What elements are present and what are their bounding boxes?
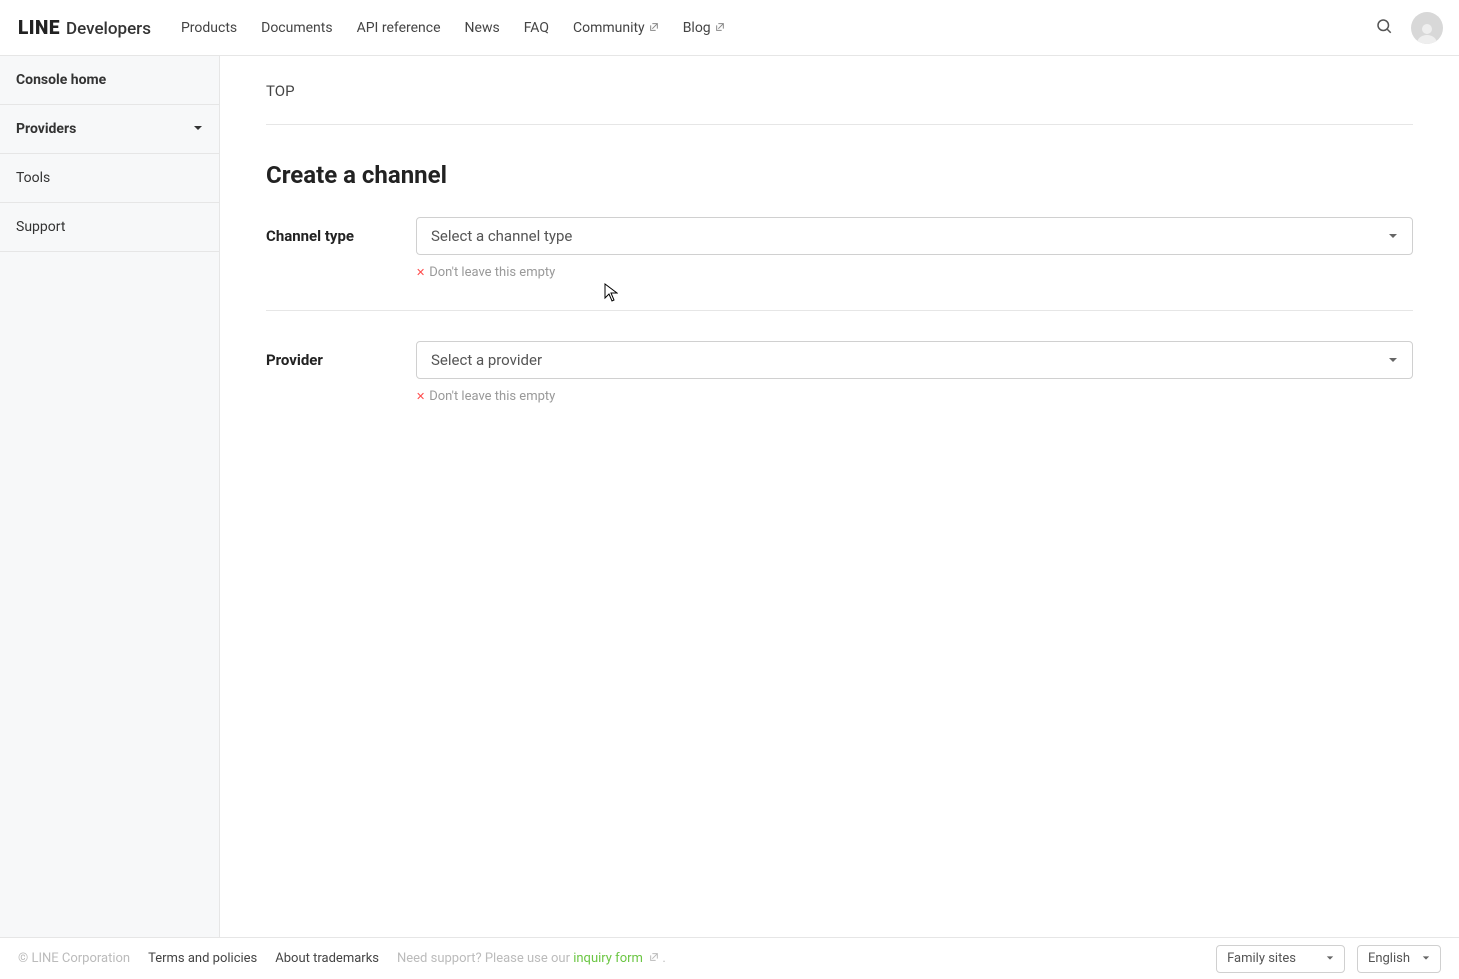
sidebar-providers[interactable]: Providers — [0, 105, 219, 154]
sidebar-support-label: Support — [16, 219, 65, 235]
search-icon[interactable] — [1375, 17, 1393, 39]
channel-type-validation: ✕ Don't leave this empty — [416, 265, 1413, 280]
footer-inquiry-link[interactable]: inquiry form — [573, 951, 662, 966]
footer-support-prefix: Need support? Please use our — [397, 951, 573, 966]
form-row-channel-type: Channel type Select a channel type ✕ Don… — [266, 217, 1413, 311]
breadcrumb-top: TOP — [266, 82, 295, 100]
sidebar-tools[interactable]: Tools — [0, 154, 219, 203]
provider-placeholder: Select a provider — [431, 351, 542, 369]
channel-type-placeholder: Select a channel type — [431, 227, 572, 245]
footer-copyright: © LINE Corporation — [18, 951, 130, 966]
logo-line: LINE — [18, 16, 60, 39]
breadcrumb[interactable]: TOP — [266, 56, 1413, 125]
footer-trademarks[interactable]: About trademarks — [275, 951, 379, 966]
error-x-icon: ✕ — [416, 266, 425, 279]
nav-blog-label: Blog — [683, 20, 711, 36]
main-content: TOP Create a channel Channel type Select… — [220, 56, 1459, 937]
provider-validation: ✕ Don't leave this empty — [416, 389, 1413, 404]
sidebar-tools-label: Tools — [16, 170, 50, 186]
provider-select[interactable]: Select a provider — [416, 341, 1413, 379]
chevron-down-icon — [1388, 227, 1398, 245]
nav-api-reference[interactable]: API reference — [357, 20, 441, 36]
logo[interactable]: LINE Developers — [18, 16, 151, 39]
footer-language-select[interactable]: English — [1357, 945, 1441, 973]
sidebar: Console home Providers Tools Support — [0, 56, 220, 937]
error-x-icon: ✕ — [416, 390, 425, 403]
nav-documents[interactable]: Documents — [261, 20, 332, 36]
form-row-provider: Provider Select a provider ✕ Don't leave… — [266, 341, 1413, 434]
external-link-icon — [649, 20, 659, 36]
page-title: Create a channel — [266, 161, 1413, 189]
nav-community-label: Community — [573, 20, 645, 36]
footer-family-sites-select[interactable]: Family sites — [1216, 945, 1345, 973]
top-nav: Products Documents API reference News FA… — [181, 20, 1375, 36]
sidebar-support[interactable]: Support — [0, 203, 219, 252]
nav-faq[interactable]: FAQ — [524, 20, 549, 36]
top-header: LINE Developers Products Documents API r… — [0, 0, 1459, 56]
external-link-icon — [649, 951, 662, 966]
provider-label: Provider — [266, 341, 416, 404]
footer: © LINE Corporation Terms and policies Ab… — [0, 937, 1459, 979]
nav-community[interactable]: Community — [573, 20, 659, 36]
logo-developers: Developers — [66, 19, 151, 39]
nav-news[interactable]: News — [465, 20, 500, 36]
nav-products[interactable]: Products — [181, 20, 237, 36]
footer-support: Need support? Please use our inquiry for… — [397, 951, 666, 966]
chevron-down-icon — [1388, 351, 1398, 369]
chevron-down-icon — [1326, 951, 1334, 966]
footer-language-label: English — [1368, 951, 1410, 966]
caret-down-icon — [193, 121, 203, 137]
header-right — [1375, 12, 1443, 44]
avatar[interactable] — [1411, 12, 1443, 44]
provider-validation-text: Don't leave this empty — [429, 389, 555, 404]
footer-family-sites-label: Family sites — [1227, 951, 1296, 966]
sidebar-console-home-label: Console home — [16, 72, 106, 88]
chevron-down-icon — [1422, 951, 1430, 966]
footer-terms[interactable]: Terms and policies — [148, 951, 257, 966]
channel-type-label: Channel type — [266, 217, 416, 280]
nav-blog[interactable]: Blog — [683, 20, 725, 36]
sidebar-console-home[interactable]: Console home — [0, 56, 219, 105]
external-link-icon — [715, 20, 725, 36]
sidebar-providers-label: Providers — [16, 121, 76, 137]
channel-type-select[interactable]: Select a channel type — [416, 217, 1413, 255]
footer-inquiry-text: inquiry form — [573, 951, 643, 966]
channel-type-validation-text: Don't leave this empty — [429, 265, 555, 280]
